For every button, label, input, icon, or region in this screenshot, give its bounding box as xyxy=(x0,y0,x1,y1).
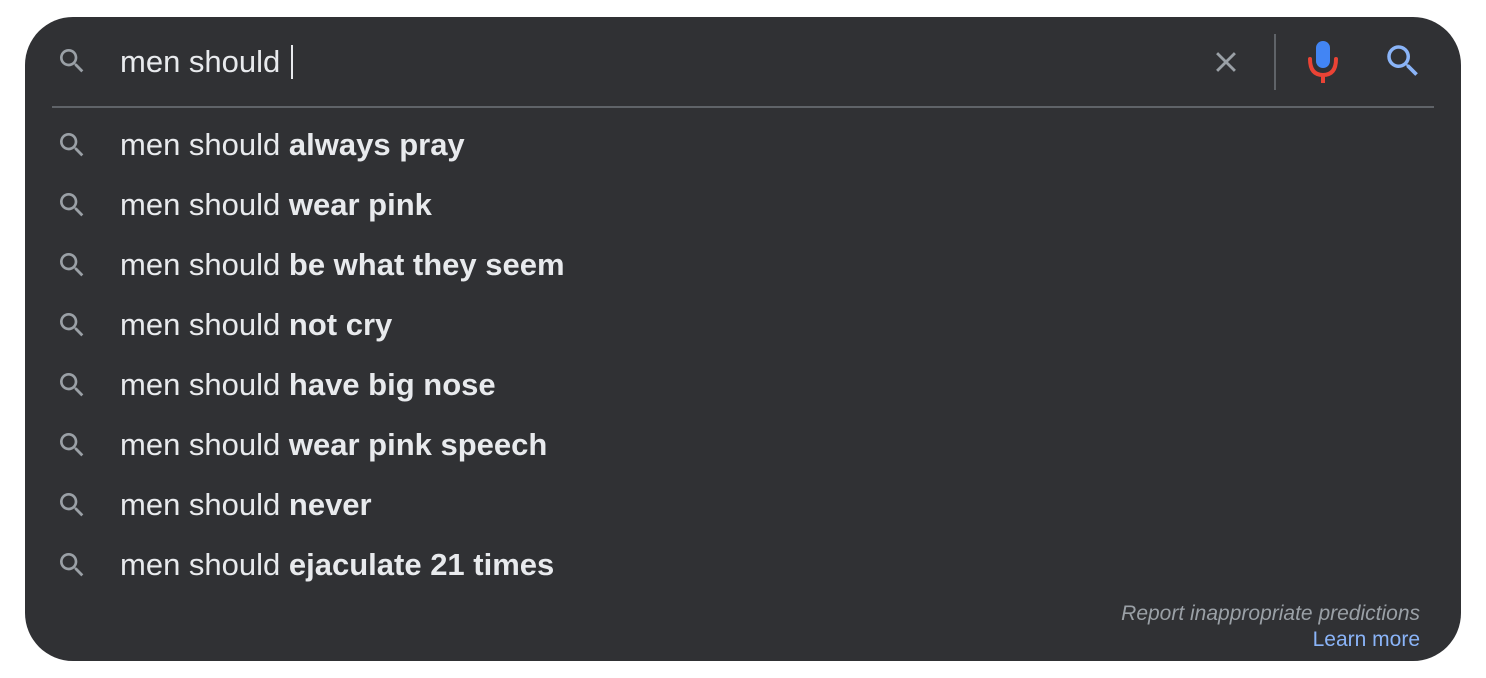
suggestion-prefix: men should xyxy=(120,307,289,342)
search-icon xyxy=(56,249,88,281)
suggestion-prefix: men should xyxy=(120,547,289,582)
voice-search-button[interactable] xyxy=(1303,39,1343,89)
search-query-text: men should xyxy=(120,44,289,79)
suggestion-completion: wear pink speech xyxy=(288,427,548,462)
suggestion-text: men should have big nose xyxy=(120,367,496,403)
search-bar[interactable]: men should xyxy=(25,17,1461,107)
search-icon xyxy=(56,489,88,521)
suggestion-completion: have big nose xyxy=(288,367,496,402)
suggestion-list: men should always pray men should wear p… xyxy=(25,115,1461,595)
suggestion-text: men should not cry xyxy=(120,307,392,343)
search-icon xyxy=(56,45,88,77)
text-cursor xyxy=(290,45,293,79)
report-predictions-link[interactable]: Report inappropriate predictions xyxy=(1121,601,1420,627)
suggestion-completion: always pray xyxy=(288,127,465,162)
suggestion-item[interactable]: men should ejaculate 21 times xyxy=(25,535,1461,595)
search-icon xyxy=(56,429,88,461)
suggestion-completion: ejaculate 21 times xyxy=(288,547,555,582)
suggestion-prefix: men should xyxy=(120,487,289,522)
search-icon xyxy=(56,189,88,221)
suggestion-text: men should ejaculate 21 times xyxy=(120,547,554,583)
google-search-button[interactable] xyxy=(1381,41,1425,85)
suggestion-item[interactable]: men should not cry xyxy=(25,295,1461,355)
search-input[interactable]: men should xyxy=(120,41,293,83)
suggestion-item[interactable]: men should be what they seem xyxy=(25,235,1461,295)
search-divider xyxy=(52,106,1434,108)
suggestion-completion: not cry xyxy=(288,307,393,342)
suggestion-completion: wear pink xyxy=(288,187,432,222)
suggestion-item[interactable]: men should never xyxy=(25,475,1461,535)
search-autocomplete-panel: men should men should always pray men sh… xyxy=(25,17,1461,661)
suggestion-prefix: men should xyxy=(120,127,289,162)
suggestion-text: men should wear pink speech xyxy=(120,427,547,463)
suggestion-item[interactable]: men should wear pink xyxy=(25,175,1461,235)
search-icon xyxy=(56,549,88,581)
close-icon xyxy=(1209,45,1243,84)
suggestion-prefix: men should xyxy=(120,427,289,462)
suggestion-prefix: men should xyxy=(120,367,289,402)
search-icon xyxy=(1382,40,1424,87)
suggestion-item[interactable]: men should have big nose xyxy=(25,355,1461,415)
suggestion-text: men should never xyxy=(120,487,372,523)
suggestion-prefix: men should xyxy=(120,247,289,282)
search-icon xyxy=(56,309,88,341)
search-icon xyxy=(56,369,88,401)
suggestion-text: men should be what they seem xyxy=(120,247,565,283)
suggestion-item[interactable]: men should wear pink speech xyxy=(25,415,1461,475)
clear-button[interactable] xyxy=(1205,43,1247,85)
suggestion-completion: never xyxy=(288,487,372,522)
toolbar-divider xyxy=(1274,34,1276,90)
learn-more-link[interactable]: Learn more xyxy=(1121,627,1420,653)
predictions-footer: Report inappropriate predictions Learn m… xyxy=(1121,601,1420,653)
suggestion-prefix: men should xyxy=(120,187,289,222)
microphone-icon xyxy=(1306,39,1340,90)
search-icon xyxy=(56,129,88,161)
suggestion-item[interactable]: men should always pray xyxy=(25,115,1461,175)
suggestion-text: men should wear pink xyxy=(120,187,432,223)
suggestion-text: men should always pray xyxy=(120,127,465,163)
suggestion-completion: be what they seem xyxy=(288,247,565,282)
